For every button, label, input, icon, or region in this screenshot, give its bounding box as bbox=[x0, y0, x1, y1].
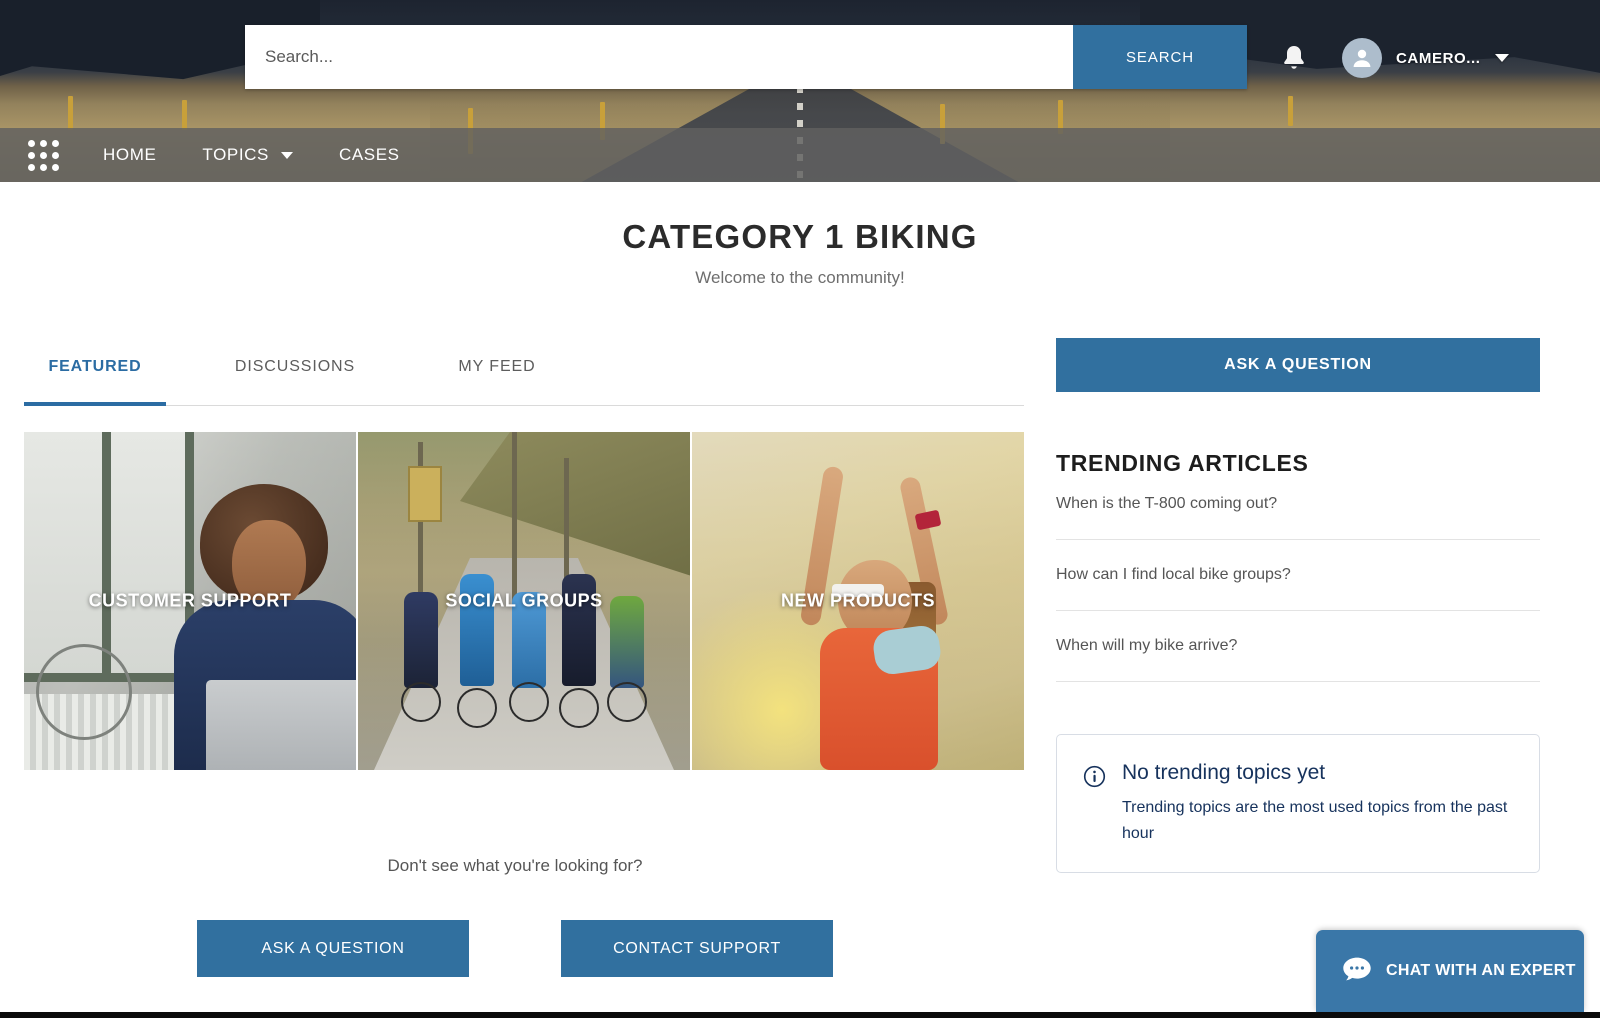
nav-item-cases[interactable]: CASES bbox=[339, 145, 400, 165]
panel-title: No trending topics yet bbox=[1122, 761, 1326, 784]
tab-my-feed[interactable]: MY FEED bbox=[422, 358, 572, 405]
featured-card-social-groups[interactable]: SOCIAL GROUPS bbox=[358, 432, 690, 770]
hero-marker-post bbox=[182, 100, 187, 130]
main-navigation: HOME TOPICS CASES bbox=[0, 128, 1600, 182]
page-title: CATEGORY 1 BIKING bbox=[622, 218, 978, 255]
featured-card-label: NEW PRODUCTS bbox=[781, 590, 935, 611]
chat-bubble-icon bbox=[1342, 956, 1372, 987]
tab-discussions[interactable]: DISCUSSIONS bbox=[210, 358, 380, 405]
bottom-strip bbox=[0, 1012, 1600, 1018]
card-image-bicycle-wheel bbox=[509, 682, 549, 722]
card-image-utility-pole bbox=[512, 432, 517, 602]
card-image-bicycle-wheel bbox=[559, 688, 599, 728]
page-subtitle: Welcome to the community! bbox=[695, 268, 905, 287]
featured-card-new-products[interactable]: NEW PRODUCTS bbox=[692, 432, 1024, 770]
card-image-bicycle-wheel bbox=[36, 644, 132, 740]
avatar[interactable] bbox=[1342, 38, 1382, 78]
chevron-down-icon bbox=[280, 151, 293, 159]
cta-button-row: ASK A QUESTION CONTACT SUPPORT bbox=[0, 920, 1030, 977]
card-image-bicycle-wheel bbox=[457, 688, 497, 728]
chat-with-an-expert-widget[interactable]: CHAT WITH AN EXPERT bbox=[1316, 930, 1584, 1012]
user-name-label[interactable]: CAMERO... bbox=[1396, 50, 1481, 67]
no-trending-topics-panel: No trending topics yet Trending topics a… bbox=[1056, 734, 1540, 874]
ask-a-question-button-sidebar[interactable]: ASK A QUESTION bbox=[1056, 338, 1540, 392]
hero-marker-post bbox=[68, 96, 73, 130]
list-item[interactable]: When will my bike arrive? bbox=[1056, 637, 1540, 682]
app-launcher-grid-icon[interactable] bbox=[28, 139, 59, 171]
list-item[interactable]: How can I find local bike groups? bbox=[1056, 566, 1540, 611]
right-sidebar: ASK A QUESTION TRENDING ARTICLES When is… bbox=[1056, 338, 1540, 874]
trending-articles-heading: TRENDING ARTICLES bbox=[1056, 450, 1309, 476]
nav-item-topics[interactable]: TOPICS bbox=[202, 145, 293, 165]
featured-card-customer-support[interactable]: CUSTOMER SUPPORT bbox=[24, 432, 356, 770]
featured-cards: CUSTOMER SUPPORT SOCIAL GROUPS NEW PRODU… bbox=[24, 432, 1024, 770]
tab-featured[interactable]: FEATURED bbox=[24, 358, 166, 406]
featured-card-label: CUSTOMER SUPPORT bbox=[88, 590, 292, 611]
panel-body: Trending topics are the most used topics… bbox=[1122, 799, 1508, 842]
card-image-bicycle-wheel bbox=[607, 682, 647, 722]
card-image-window-mullion bbox=[102, 432, 111, 682]
trending-articles-list: When is the T-800 coming out? How can I … bbox=[1056, 495, 1540, 682]
search-bar[interactable]: SEARCH bbox=[245, 25, 1247, 89]
notifications-bell-icon[interactable] bbox=[1272, 36, 1316, 80]
card-image-laptop bbox=[206, 680, 356, 770]
featured-card-label: SOCIAL GROUPS bbox=[445, 590, 603, 611]
card-image-bicycle-wheel bbox=[401, 682, 441, 722]
card-image-wristband bbox=[914, 509, 942, 531]
header-right-cluster: CAMERO... bbox=[1272, 36, 1509, 80]
cta-note: Don't see what you're looking for? bbox=[387, 856, 643, 875]
search-button[interactable]: SEARCH bbox=[1073, 25, 1247, 89]
nav-item-topics-label: TOPICS bbox=[202, 145, 269, 164]
nav-item-home-label: HOME bbox=[103, 145, 157, 164]
card-image-road-sign bbox=[408, 466, 442, 522]
main-content-column: FEATURED DISCUSSIONS MY FEED CUSTOMER SU… bbox=[24, 358, 1024, 770]
list-item[interactable]: When is the T-800 coming out? bbox=[1056, 495, 1540, 540]
nav-item-home[interactable]: HOME bbox=[103, 145, 156, 165]
content-tabs: FEATURED DISCUSSIONS MY FEED bbox=[24, 358, 1024, 406]
chevron-down-icon[interactable] bbox=[1494, 54, 1509, 62]
contact-support-button[interactable]: CONTACT SUPPORT bbox=[561, 920, 833, 977]
search-input[interactable] bbox=[245, 25, 1073, 89]
ask-a-question-button-bottom[interactable]: ASK A QUESTION bbox=[197, 920, 469, 977]
chat-widget-label: CHAT WITH AN EXPERT bbox=[1386, 962, 1576, 979]
info-circle-icon bbox=[1083, 765, 1106, 793]
hero-marker-post bbox=[1288, 96, 1293, 126]
nav-item-cases-label: CASES bbox=[338, 145, 400, 164]
